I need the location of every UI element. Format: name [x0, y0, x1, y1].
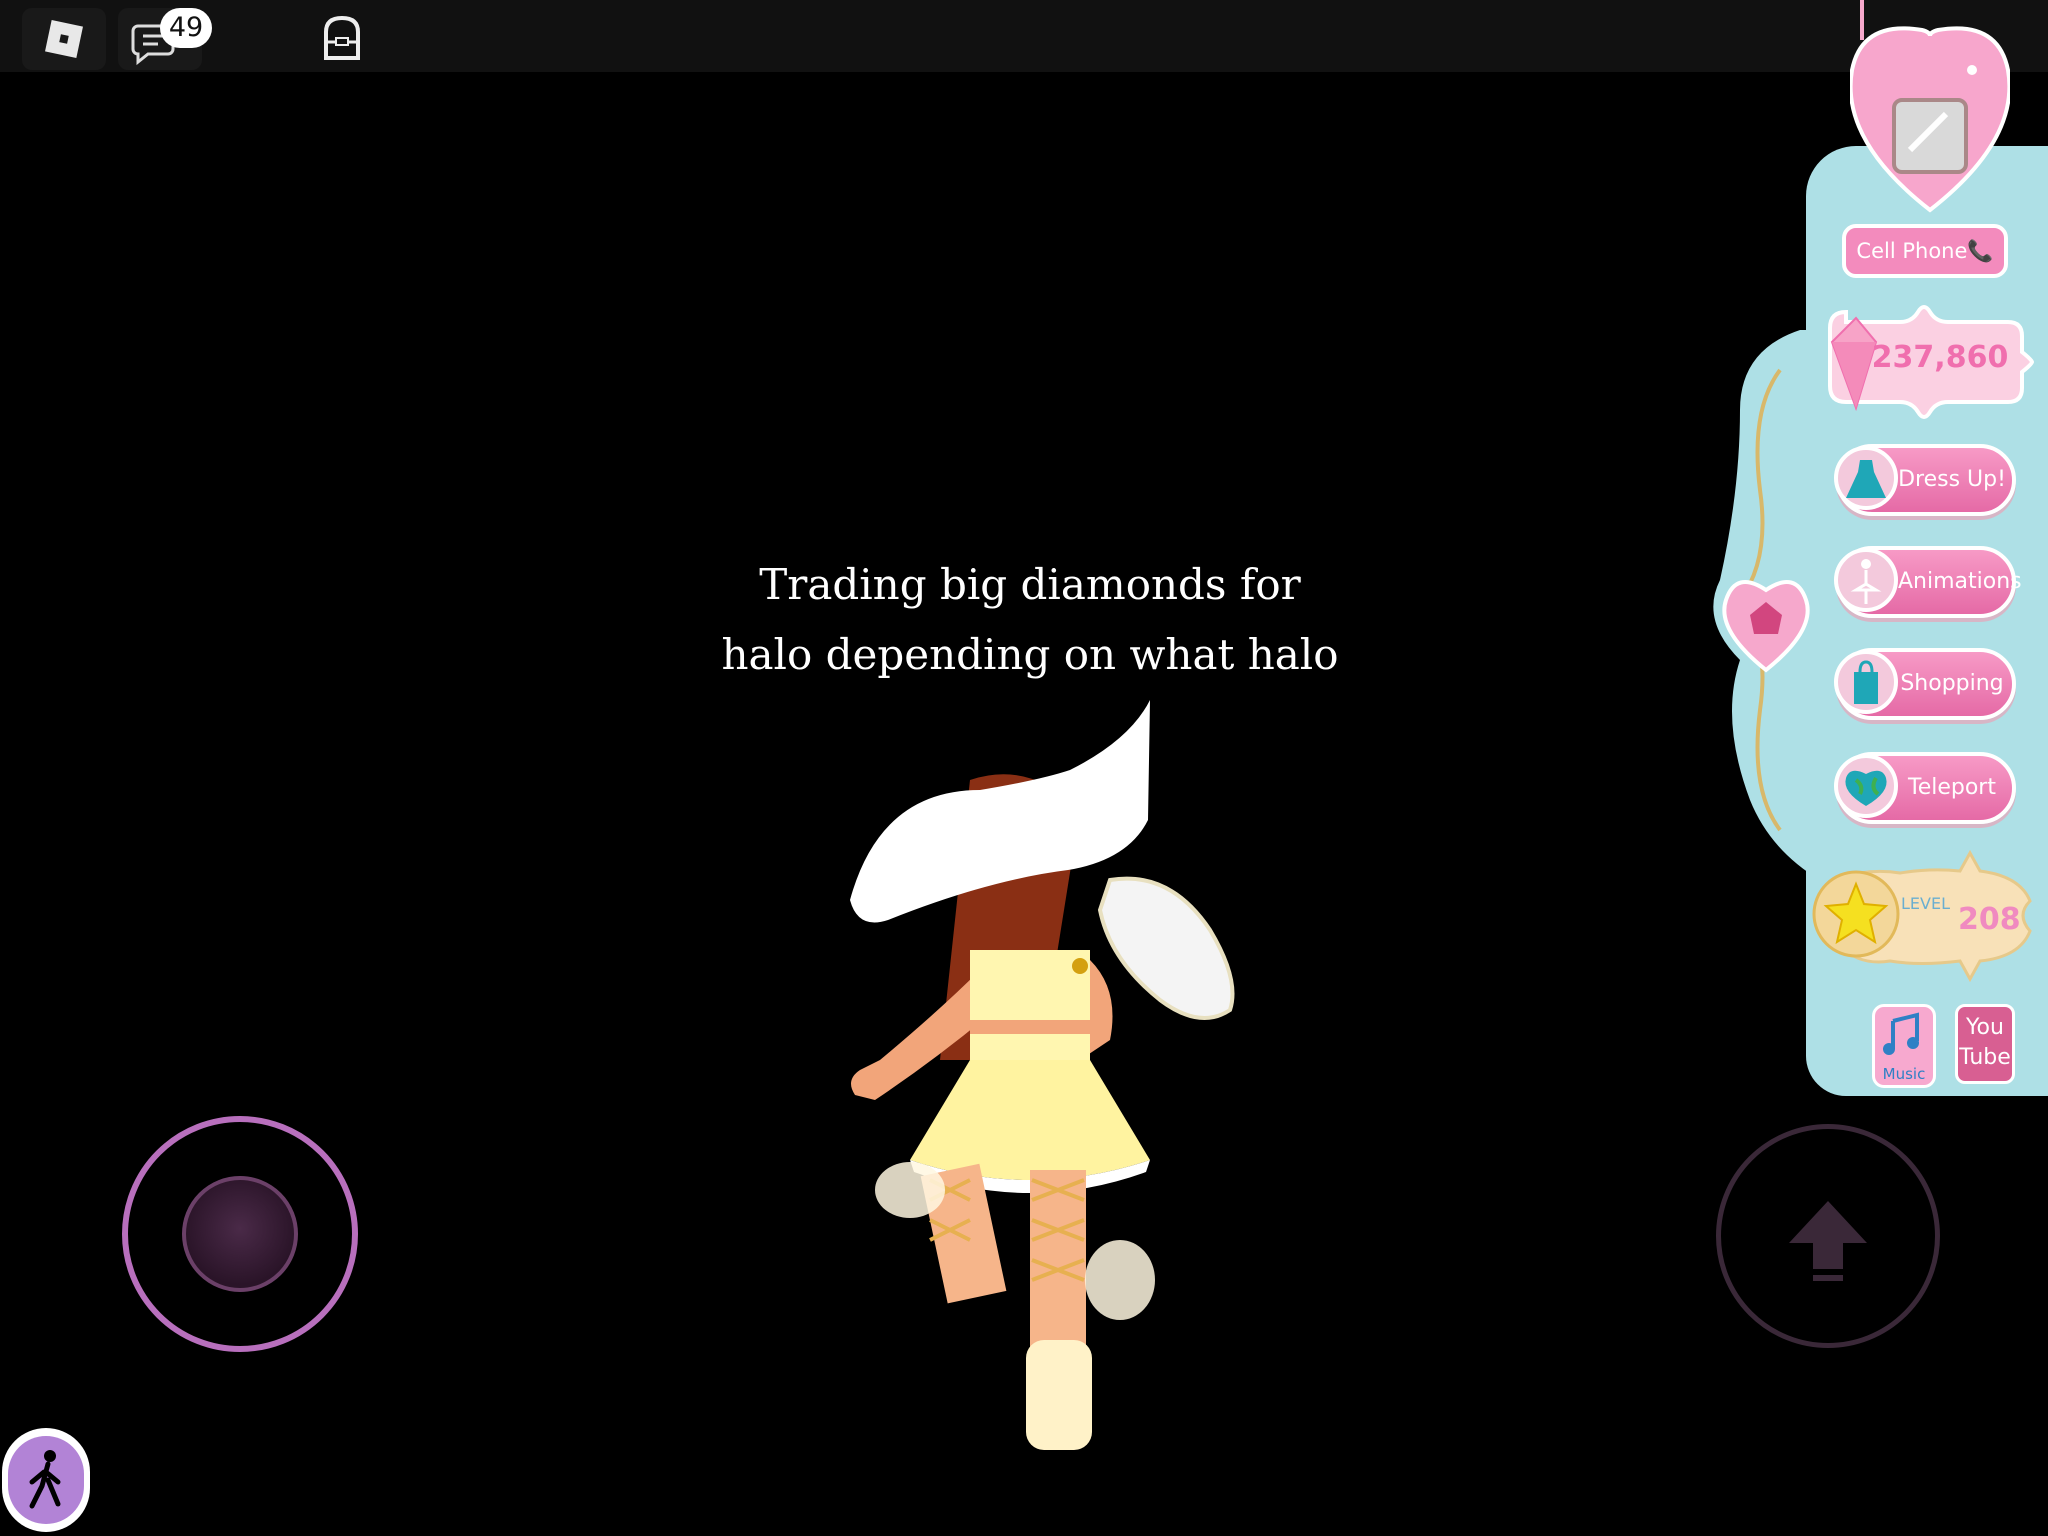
avatar-shoe — [1026, 1340, 1092, 1450]
diamond-count: 237,860 — [1871, 340, 2009, 375]
music-button[interactable]: Music — [1872, 1004, 1936, 1088]
chat-badge: 49 — [160, 8, 212, 48]
music-note-icon — [1883, 1012, 1919, 1055]
avatar-handbag — [1097, 876, 1235, 1020]
walk-toggle-button[interactable] — [2, 1428, 90, 1532]
avatar-skirt — [910, 1060, 1150, 1180]
walk-person-icon — [29, 1450, 61, 1509]
star-icon — [1812, 870, 1900, 958]
caption-line-1: Trading big diamonds for — [759, 560, 1301, 609]
level-value: 208 — [1958, 902, 2021, 937]
music-label: Music — [1882, 1065, 1926, 1083]
player-avatar — [850, 700, 1235, 1450]
dress-up-button[interactable]: Dress Up! — [1834, 444, 2016, 516]
animations-button[interactable]: Animations — [1834, 546, 2022, 618]
top-bar: 49 — [0, 0, 2048, 72]
backpack-button[interactable] — [300, 8, 384, 70]
roblox-logo-icon — [45, 20, 83, 58]
level-label: LEVEL — [1901, 894, 1950, 913]
avatar-top — [970, 950, 1090, 1060]
ruby-heart-icon[interactable] — [1716, 560, 1816, 680]
caption-line-2: halo depending on what halo — [721, 630, 1339, 679]
shopping-bag-icon — [1834, 650, 1898, 714]
joystick-knob[interactable] — [182, 1176, 298, 1292]
jump-arrow-icon — [1789, 1201, 1867, 1281]
ballerina-icon — [1834, 548, 1898, 612]
dress-icon — [1834, 446, 1898, 510]
heart-phone-icon[interactable] — [1850, 0, 2010, 220]
youtube-label-tube: Tube — [1959, 1045, 2011, 1070]
jump-button[interactable] — [1716, 1124, 1940, 1348]
roblox-menu-button[interactable] — [22, 8, 106, 70]
backpack-icon — [324, 15, 360, 60]
player-chat-bubble: Trading big diamonds for halo depending … — [700, 550, 1360, 690]
youtube-label-you: You — [1966, 1015, 2004, 1040]
shopping-button[interactable]: Shopping — [1834, 648, 2016, 720]
cell-phone-button[interactable]: Cell Phone📞 — [1842, 224, 2008, 278]
globe-heart-icon — [1834, 754, 1898, 818]
teleport-button[interactable]: Teleport — [1834, 752, 2016, 824]
youtube-button[interactable]: You Tube — [1955, 1004, 2015, 1084]
